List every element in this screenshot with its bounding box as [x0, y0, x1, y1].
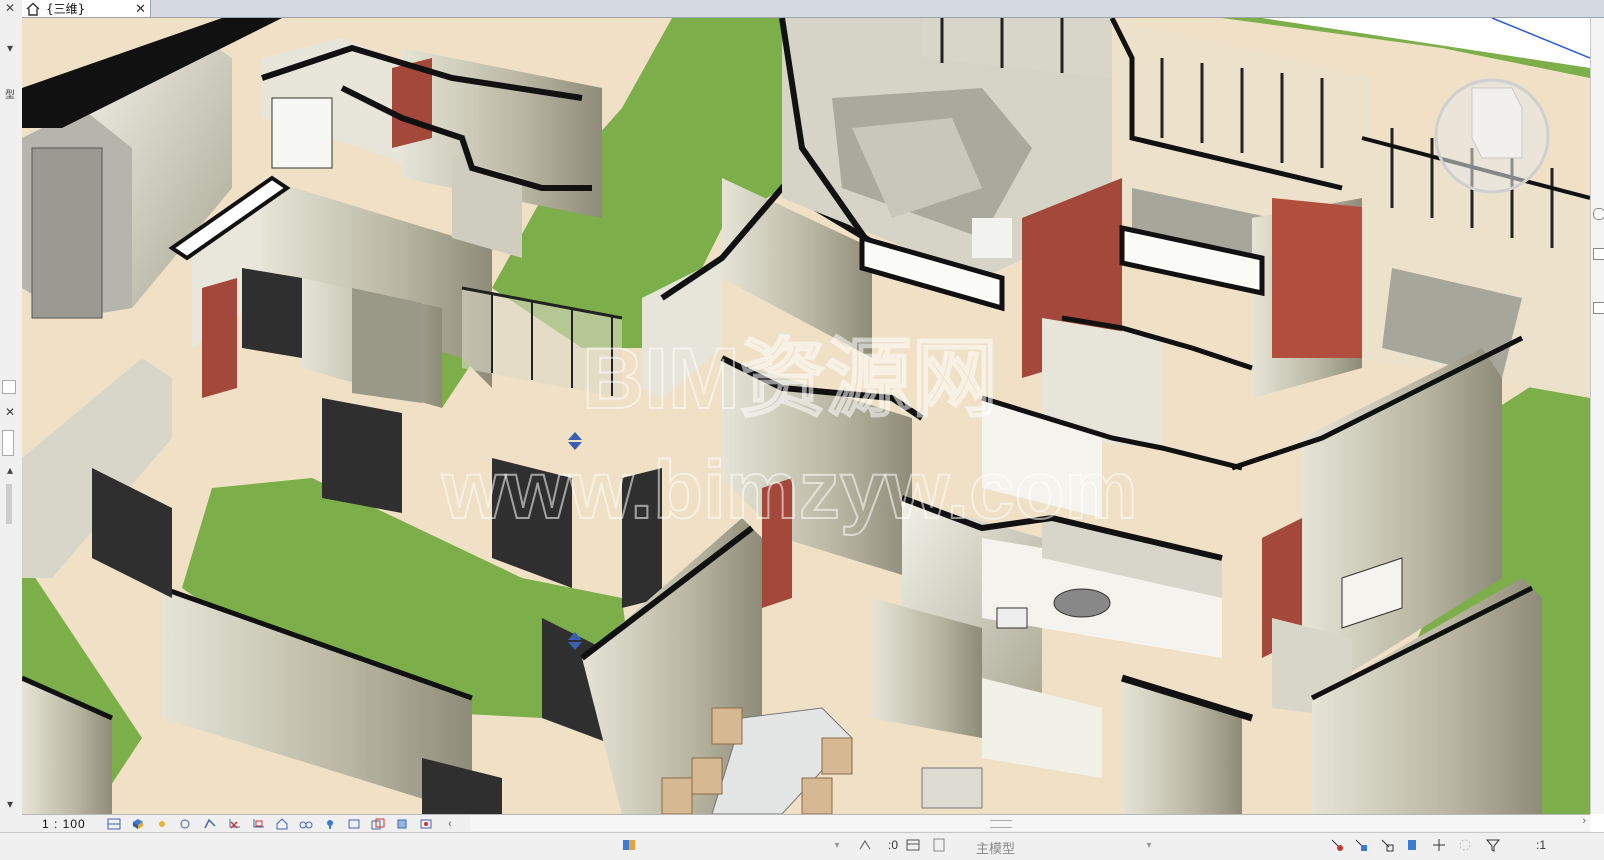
scroll-left-icon[interactable]: ‹ [441, 817, 459, 831]
filter-count: :1 [1536, 838, 1547, 852]
tab-title: {三维} [46, 2, 86, 16]
design-option-icon[interactable] [856, 836, 874, 854]
analytical-model-icon[interactable] [345, 817, 363, 831]
underlay-select-icon[interactable] [1328, 836, 1346, 854]
watermark-line-2: www.bimzyw.com [441, 445, 1138, 536]
scroll-up-icon[interactable]: ▴ [2, 462, 18, 478]
home-icon [26, 2, 40, 16]
panel-input-box[interactable] [2, 430, 14, 456]
dropdown-arrow-icon[interactable]: ▾ [2, 40, 18, 56]
navigation-bar-icon[interactable] [1593, 248, 1604, 260]
unlock-view-icon[interactable] [273, 817, 291, 831]
scrollbar-thumb[interactable] [6, 484, 12, 524]
view-tab-bar: {三维} ✕ [22, 0, 1604, 18]
vertical-scrollbar[interactable] [1590, 18, 1604, 814]
face-select-icon[interactable] [1378, 836, 1396, 854]
scrollbar-grip[interactable] [990, 820, 1012, 828]
view-cube-icon[interactable] [417, 817, 435, 831]
crop-icon[interactable] [225, 817, 243, 831]
sun-path-icon[interactable] [153, 817, 171, 831]
tab-3d-view[interactable]: {三维} ✕ [22, 0, 151, 17]
move-select-icon[interactable] [1430, 836, 1448, 854]
close-icon[interactable]: ✕ [135, 0, 146, 17]
highlight-displacement-icon[interactable] [369, 817, 387, 831]
temporary-hide-icon[interactable] [297, 817, 315, 831]
workset-count: :0 [888, 838, 899, 852]
reveal-hidden-icon[interactable] [321, 817, 339, 831]
filter-icon[interactable] [1484, 836, 1502, 854]
background-process-icon[interactable] [1456, 836, 1474, 854]
scroll-right-icon[interactable]: › [1582, 815, 1586, 827]
navigation-bar-icon[interactable] [1593, 302, 1604, 314]
scroll-down-icon[interactable]: ▾ [2, 796, 18, 812]
chevron-down-icon[interactable]: ▾ [1140, 836, 1158, 854]
3d-viewport[interactable]: BIM资源网 www.bimzyw.com [22, 18, 1590, 814]
crop-region-icon[interactable] [249, 817, 267, 831]
scale-icon[interactable] [105, 817, 123, 831]
3d-model-canvas[interactable]: BIM资源网 www.bimzyw.com [22, 18, 1590, 814]
render-icon[interactable] [201, 817, 219, 831]
zoom-icon[interactable] [1593, 208, 1604, 220]
pinned-select-icon[interactable] [1352, 836, 1370, 854]
visual-style-icon[interactable] [129, 817, 147, 831]
constraints-icon[interactable] [393, 817, 411, 831]
workset-icon[interactable] [620, 836, 638, 854]
link-select-icon[interactable] [930, 836, 948, 854]
panel-label-fragment: 型 [5, 90, 15, 101]
view-scale[interactable]: 1 : 100 [42, 817, 102, 831]
watermark-line-1: BIM资源网 [582, 331, 998, 427]
chevron-down-icon[interactable]: ▾ [828, 836, 846, 854]
model-icon[interactable] [904, 836, 922, 854]
close-icon[interactable]: ✕ [2, 404, 18, 420]
panel-collapse-box[interactable] [2, 380, 16, 394]
left-panel-strip: ✕ ▾ 型 ✕ ▴ ▾ [0, 0, 23, 832]
active-model-label[interactable]: 主模型 [976, 838, 1015, 857]
drag-select-icon[interactable] [1404, 836, 1422, 854]
shadows-icon[interactable] [177, 817, 195, 831]
close-icon[interactable]: ✕ [2, 0, 18, 16]
horizontal-scrollbar[interactable]: › [470, 815, 1590, 831]
